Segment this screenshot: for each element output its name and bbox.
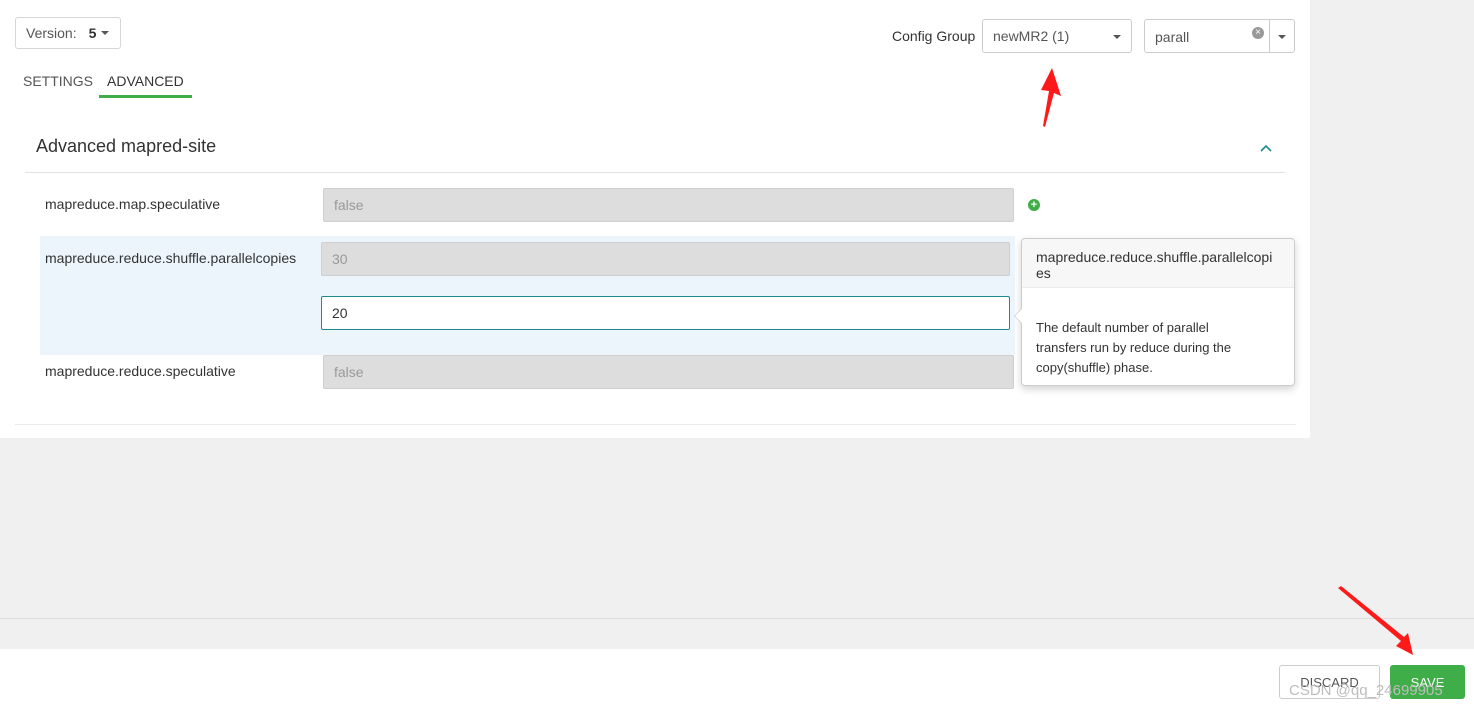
property-value-input[interactable] [321, 242, 1010, 276]
tab-advanced[interactable]: ADVANCED [99, 73, 192, 98]
property-label: mapreduce.reduce.shuffle.parallelcopies [45, 250, 297, 266]
property-description-popover: mapreduce.reduce.shuffle.parallelcopies … [1014, 238, 1295, 386]
property-label: mapreduce.map.speculative [45, 196, 221, 212]
caret-down-icon [1278, 35, 1286, 39]
popover-body: The default number of parallel transfers… [1036, 320, 1232, 375]
filter-input[interactable] [1145, 20, 1267, 54]
right-gutter [1310, 0, 1474, 618]
footer-bar [0, 649, 1474, 709]
filter-dropdown-button[interactable] [1269, 20, 1296, 52]
clear-icon[interactable]: × [1252, 27, 1264, 39]
override-value-input[interactable] [321, 296, 1010, 330]
caret-down-icon [101, 31, 110, 35]
watermark: CSDN @qq_24699905 [1289, 682, 1443, 699]
version-number: 5 [88, 25, 97, 41]
property-label: mapreduce.reduce.speculative [45, 363, 236, 379]
chevron-up-icon[interactable] [1259, 141, 1273, 155]
property-value-input[interactable] [323, 188, 1014, 222]
panel-divider [15, 424, 1296, 425]
config-group-select[interactable]: newMR2 (1) [982, 19, 1132, 53]
section-title: Advanced mapred-site [36, 136, 217, 156]
version-label: Version: [26, 25, 77, 41]
config-group-label: Config Group [892, 28, 976, 44]
add-override-icon[interactable]: + [1028, 199, 1040, 211]
popover-arrow [1014, 308, 1022, 324]
config-group-value: newMR2 (1) [993, 28, 1070, 44]
popover-title: mapreduce.reduce.shuffle.parallelcopies [1022, 239, 1294, 288]
version-dropdown[interactable]: Version: 5 [15, 17, 121, 49]
footer-divider [0, 618, 1474, 619]
property-value-input[interactable] [323, 355, 1014, 389]
section-divider [25, 172, 1285, 173]
tab-settings[interactable]: SETTINGS [15, 73, 101, 95]
filter-combobox: × [1144, 19, 1296, 54]
caret-down-icon [1113, 35, 1121, 39]
